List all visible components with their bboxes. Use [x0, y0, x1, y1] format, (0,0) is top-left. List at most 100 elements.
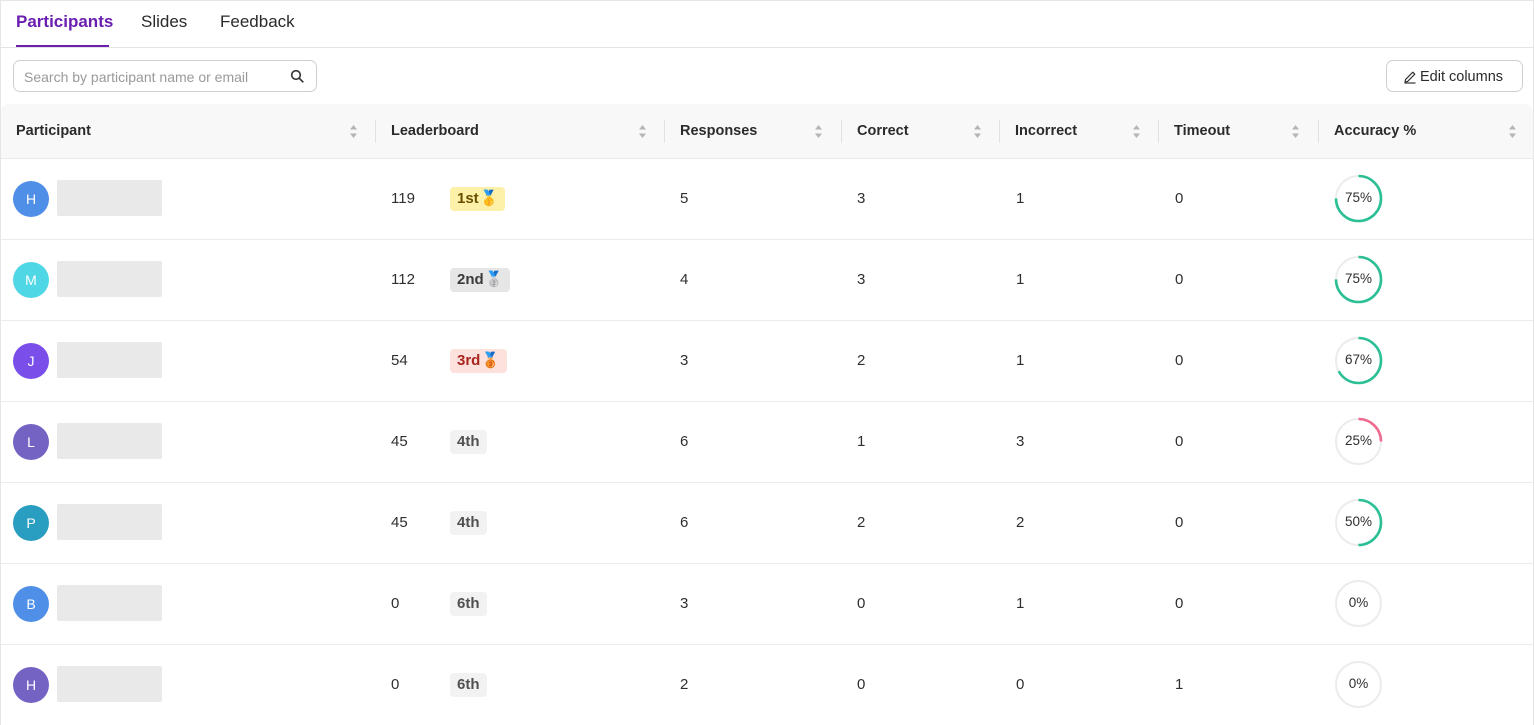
- tab-slides[interactable]: Slides: [141, 12, 187, 32]
- participant-name-redacted: [57, 423, 162, 459]
- column-header-leaderboard[interactable]: Leaderboard: [376, 104, 665, 159]
- rank-badge: 2nd🥈: [450, 268, 511, 292]
- accuracy-value: 50%: [1344, 514, 1373, 529]
- avatar: H: [13, 667, 49, 703]
- sort-icon[interactable]: [973, 124, 982, 139]
- table-row[interactable]: M 112 2nd🥈 4 3 1 0 75%: [1, 240, 1533, 321]
- sort-icon[interactable]: [1508, 124, 1517, 139]
- column-label: Responses: [680, 123, 758, 139]
- sort-icon[interactable]: [638, 124, 647, 139]
- rank-badge: 4th: [450, 511, 487, 535]
- column-label: Leaderboard: [391, 123, 479, 139]
- participant-name-redacted: [57, 261, 162, 297]
- rank-badge: 3rd🥉: [450, 349, 508, 373]
- leaderboard-score: 45: [391, 433, 408, 450]
- sort-icon[interactable]: [1132, 124, 1141, 139]
- accuracy-value: 0%: [1348, 676, 1369, 691]
- incorrect-count: 3: [1016, 433, 1025, 450]
- table-row[interactable]: J 54 3rd🥉 3 2 1 0 67%: [1, 321, 1533, 402]
- leaderboard-score: 0: [391, 676, 400, 693]
- responses-count: 6: [680, 514, 689, 531]
- rank-label: 3rd: [457, 352, 481, 369]
- responses-count: 5: [680, 190, 689, 207]
- leaderboard-score: 112: [391, 271, 415, 288]
- medal-icon: 🥉: [481, 352, 501, 369]
- leaderboard-score: 45: [391, 514, 408, 531]
- sort-icon[interactable]: [814, 124, 823, 139]
- incorrect-count: 0: [1016, 676, 1025, 693]
- column-header-participant[interactable]: Participant: [1, 104, 376, 159]
- avatar: J: [13, 343, 49, 379]
- rank-badge: 1st🥇: [450, 187, 506, 211]
- timeout-count: 0: [1175, 595, 1184, 612]
- avatar: P: [13, 505, 49, 541]
- timeout-count: 0: [1175, 514, 1184, 531]
- incorrect-count: 1: [1016, 352, 1025, 369]
- incorrect-count: 1: [1016, 271, 1025, 288]
- column-label: Correct: [857, 123, 909, 139]
- search-input[interactable]: [24, 67, 284, 87]
- column-label: Participant: [16, 123, 91, 139]
- sort-icon[interactable]: [1291, 124, 1300, 139]
- table-row[interactable]: L 45 4th 6 1 3 0 25%: [1, 402, 1533, 483]
- correct-count: 0: [857, 595, 866, 612]
- participant-name-redacted: [57, 504, 162, 540]
- correct-count: 2: [857, 352, 866, 369]
- timeout-count: 0: [1175, 271, 1184, 288]
- leaderboard-score: 0: [391, 595, 400, 612]
- avatar: B: [13, 586, 49, 622]
- accuracy-value: 0%: [1348, 595, 1369, 610]
- rank-label: 1st: [457, 190, 479, 207]
- accuracy-value: 67%: [1344, 352, 1373, 367]
- active-tab-indicator: [16, 45, 109, 47]
- table-row[interactable]: B 0 6th 3 0 1 0 0%: [1, 564, 1533, 645]
- responses-count: 6: [680, 433, 689, 450]
- rank-label: 4th: [457, 514, 480, 531]
- column-header-responses[interactable]: Responses: [665, 104, 842, 159]
- incorrect-count: 2: [1016, 514, 1025, 531]
- accuracy-value: 25%: [1344, 433, 1373, 448]
- correct-count: 2: [857, 514, 866, 531]
- participant-name-redacted: [57, 180, 162, 216]
- table-row[interactable]: P 45 4th 6 2 2 0 50%: [1, 483, 1533, 564]
- edit-columns-button[interactable]: Edit columns: [1386, 60, 1523, 92]
- leaderboard-score: 54: [391, 352, 408, 369]
- column-header-timeout[interactable]: Timeout: [1159, 104, 1319, 159]
- rank-badge: 4th: [450, 430, 487, 454]
- tab-participants[interactable]: Participants: [16, 12, 113, 32]
- correct-count: 0: [857, 676, 866, 693]
- accuracy-value: 75%: [1344, 190, 1373, 205]
- rank-badge: 6th: [450, 673, 487, 697]
- tab-bar: Participants Slides Feedback: [0, 0, 1534, 48]
- participant-name-redacted: [57, 585, 162, 621]
- correct-count: 3: [857, 190, 866, 207]
- column-header-correct[interactable]: Correct: [842, 104, 1000, 159]
- rank-label: 2nd: [457, 271, 484, 288]
- timeout-count: 0: [1175, 433, 1184, 450]
- avatar: M: [13, 262, 49, 298]
- table-row[interactable]: H 0 6th 2 0 0 1 0%: [1, 645, 1533, 725]
- table-row[interactable]: H 119 1st🥇 5 3 1 0 75%: [1, 159, 1533, 240]
- column-label: Accuracy %: [1334, 123, 1417, 139]
- participant-name-redacted: [57, 666, 162, 702]
- tab-feedback[interactable]: Feedback: [220, 12, 295, 32]
- avatar: L: [13, 424, 49, 460]
- rank-label: 6th: [457, 595, 480, 612]
- column-label: Incorrect: [1015, 123, 1078, 139]
- timeout-count: 0: [1175, 352, 1184, 369]
- sort-icon[interactable]: [349, 124, 358, 139]
- column-header-accuracy[interactable]: Accuracy %: [1319, 104, 1533, 159]
- incorrect-count: 1: [1016, 190, 1025, 207]
- search-icon[interactable]: [290, 69, 304, 83]
- responses-count: 3: [680, 595, 689, 612]
- rank-label: 6th: [457, 676, 480, 693]
- column-header-incorrect[interactable]: Incorrect: [1000, 104, 1159, 159]
- timeout-count: 0: [1175, 190, 1184, 207]
- medal-icon: 🥇: [479, 190, 499, 207]
- participant-name-redacted: [57, 342, 162, 378]
- responses-count: 2: [680, 676, 689, 693]
- search-box: [13, 60, 317, 92]
- responses-count: 4: [680, 271, 689, 288]
- medal-icon: 🥈: [484, 271, 504, 288]
- correct-count: 1: [857, 433, 866, 450]
